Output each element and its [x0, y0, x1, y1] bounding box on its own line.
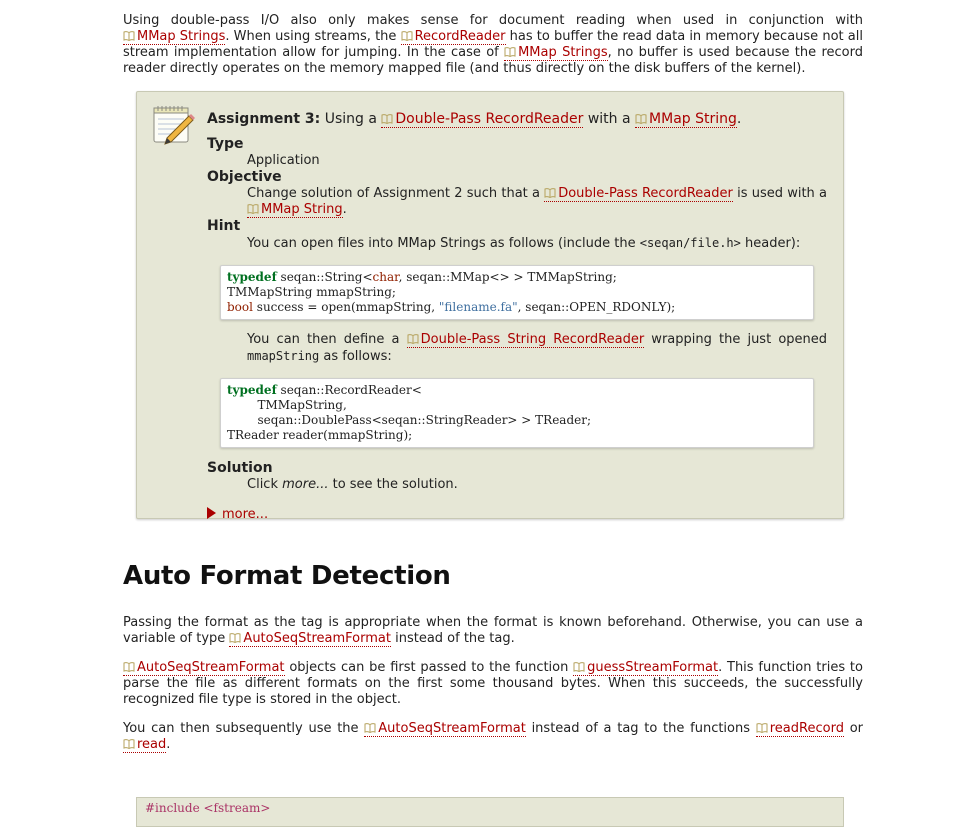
- solution-value: Click more... to see the solution.: [247, 477, 458, 492]
- book-icon: [381, 114, 393, 124]
- mmap-string-link[interactable]: MMap String: [635, 111, 737, 128]
- section-paragraph-2: AutoSeqStreamFormat objects can be first…: [123, 660, 863, 707]
- book-icon: [635, 114, 647, 124]
- assignment-box: Assignment 3: Using a Double-Pass Record…: [136, 91, 844, 522]
- readrecord-link[interactable]: readRecord: [755, 721, 844, 737]
- book-icon: [123, 739, 135, 749]
- read-link[interactable]: read: [123, 737, 167, 753]
- mmap-strings-link[interactable]: MMap Strings: [504, 45, 608, 61]
- double-pass-recordreader-link[interactable]: Double-Pass RecordReader: [544, 186, 733, 202]
- double-pass-recordreader-link[interactable]: Double-Pass RecordReader: [381, 111, 584, 128]
- autoseqstreamformat-link[interactable]: AutoSeqStreamFormat: [364, 721, 526, 737]
- double-pass-string-recordreader-link[interactable]: Double-Pass String RecordReader: [406, 332, 645, 348]
- book-icon: [123, 662, 135, 672]
- book-icon: [544, 188, 556, 198]
- book-icon: [247, 204, 259, 214]
- hint-label: Hint: [207, 218, 241, 234]
- book-icon: [407, 334, 419, 344]
- inline-code: <seqan/file.h>: [639, 236, 741, 250]
- intro-paragraph: Using double-pass I/O also only makes se…: [123, 13, 863, 76]
- mmap-string-link[interactable]: MMap String: [247, 202, 343, 218]
- book-icon: [229, 633, 241, 643]
- book-icon: [756, 723, 768, 733]
- solution-label: Solution: [207, 460, 273, 476]
- mmap-strings-link[interactable]: MMap Strings: [123, 29, 226, 45]
- code-block-include: #include <fstream>: [136, 797, 844, 827]
- inline-code: mmapString: [247, 349, 320, 363]
- hint-paragraph-2: You can then define a Double-Pass String…: [247, 332, 828, 364]
- assignment-notepad-icon: [151, 102, 195, 146]
- autoseqstreamformat-link[interactable]: AutoSeqStreamFormat: [229, 631, 391, 647]
- document-content: Using double-pass I/O also only makes se…: [123, 13, 863, 753]
- type-value: Application: [247, 153, 320, 168]
- section-paragraph-1: Passing the format as the tag is appropr…: [123, 615, 863, 647]
- book-icon: [573, 662, 585, 672]
- type-label: Type: [207, 136, 244, 152]
- section-heading: Auto Format Detection: [123, 561, 451, 591]
- autoseqstreamformat-link[interactable]: AutoSeqStreamFormat: [123, 660, 285, 676]
- guessstreamformat-link[interactable]: guessStreamFormat: [573, 660, 719, 676]
- assignment-title: Assignment 3: Using a Double-Pass Record…: [207, 111, 742, 128]
- recordreader-link[interactable]: RecordReader: [400, 29, 506, 45]
- book-icon: [364, 723, 376, 733]
- auto-format-section: Auto Format Detection Passing the format…: [123, 559, 863, 753]
- hint-value: You can open files into MMap Strings as …: [247, 235, 827, 252]
- book-icon: [504, 47, 516, 57]
- objective-label: Objective: [207, 169, 282, 185]
- more-toggle[interactable]: more...: [207, 507, 827, 522]
- book-icon: [401, 31, 413, 41]
- section-paragraph-3: You can then subsequently use the AutoSe…: [123, 721, 863, 753]
- hint-paragraph: You can open files into MMap Strings as …: [247, 236, 801, 251]
- objective-value: Change solution of Assignment 2 such tha…: [247, 186, 827, 218]
- code-block-recordreader: typedef seqan::RecordReader< TMMapString…: [220, 378, 814, 448]
- triangle-right-icon: [207, 507, 216, 519]
- code-block-mmap: typedef seqan::String<char, seqan::MMap<…: [220, 265, 814, 320]
- assignment-details: Type Application Objective Change soluti…: [207, 136, 827, 252]
- book-icon: [123, 31, 135, 41]
